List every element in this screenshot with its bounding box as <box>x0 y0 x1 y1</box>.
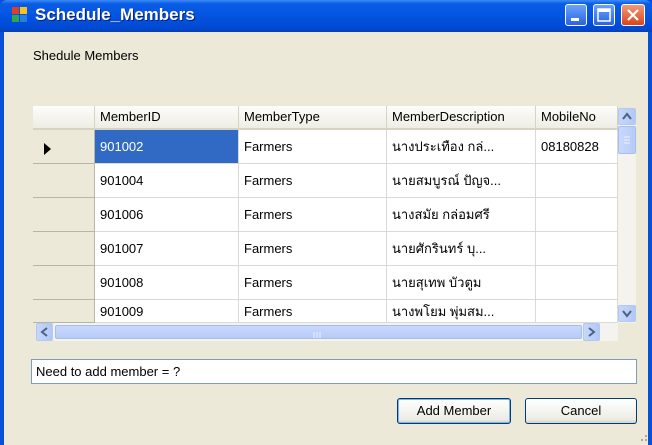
grid-corner-header[interactable] <box>33 106 95 130</box>
row-indicator-icon <box>44 143 51 155</box>
cell-memberdescription[interactable]: นางประเทือง กล่... <box>387 130 536 164</box>
scroll-down-button[interactable] <box>618 305 636 322</box>
maximize-icon <box>597 8 611 22</box>
column-header-mobileno[interactable]: MobileNo <box>536 106 618 130</box>
cell-membertype[interactable]: Farmers <box>239 300 387 323</box>
cell-membertype[interactable]: Farmers <box>239 232 387 266</box>
status-textbox[interactable]: Need to add member = ? <box>31 359 637 384</box>
add-member-button[interactable]: Add Member <box>397 398 511 424</box>
cell-memberdescription[interactable]: นายสุเทพ บัวตูม <box>387 266 536 300</box>
resize-grip-icon[interactable] <box>636 430 648 442</box>
cell-membertype[interactable]: Farmers <box>239 164 387 198</box>
app-window-icon <box>12 7 28 23</box>
maximize-button[interactable] <box>593 4 615 26</box>
cell-mobileno[interactable] <box>536 232 618 266</box>
chevron-left-icon <box>40 327 48 337</box>
cell-memberid[interactable]: 901002 <box>95 130 239 164</box>
row-header[interactable] <box>33 266 95 300</box>
scroll-up-button[interactable] <box>618 108 636 125</box>
vertical-scroll-thumb[interactable] <box>618 126 636 154</box>
row-header[interactable] <box>33 198 95 232</box>
row-header[interactable] <box>33 232 95 266</box>
chevron-down-icon <box>622 310 632 318</box>
cell-memberid[interactable]: 901007 <box>95 232 239 266</box>
scroll-left-button[interactable] <box>36 323 53 341</box>
title-bar[interactable]: Schedule_Members <box>0 0 652 32</box>
column-header-memberdescription[interactable]: MemberDescription <box>387 106 536 130</box>
horizontal-scroll-thumb[interactable] <box>55 325 582 339</box>
window-title: Schedule_Members <box>35 5 195 24</box>
cell-mobileno[interactable]: 08180828 <box>536 130 618 164</box>
scroll-right-button[interactable] <box>583 323 600 341</box>
column-header-membertype[interactable]: MemberType <box>239 106 387 130</box>
cell-mobileno[interactable] <box>536 198 618 232</box>
cell-mobileno[interactable] <box>536 164 618 198</box>
cell-memberid[interactable]: 901009 <box>95 300 239 323</box>
close-icon <box>627 9 639 21</box>
minimize-button[interactable] <box>565 4 587 26</box>
cell-membertype[interactable]: Farmers <box>239 130 387 164</box>
cell-memberid[interactable]: 901006 <box>95 198 239 232</box>
chevron-right-icon <box>588 327 596 337</box>
cell-memberdescription[interactable]: นายศักรินทร์ บุ... <box>387 232 536 266</box>
cell-memberid[interactable]: 901008 <box>95 266 239 300</box>
cell-mobileno[interactable] <box>536 266 618 300</box>
cell-membertype[interactable]: Farmers <box>239 266 387 300</box>
cell-memberdescription[interactable]: นายสมบูรณ์ ปัญจ... <box>387 164 536 198</box>
grip-icon <box>313 332 321 338</box>
row-header[interactable] <box>33 130 95 164</box>
cancel-button[interactable]: Cancel <box>525 398 637 424</box>
cell-mobileno[interactable] <box>536 300 618 323</box>
cell-memberdescription[interactable]: นางสมัย กล่อมศรี <box>387 198 536 232</box>
chevron-up-icon <box>622 112 632 120</box>
row-header[interactable] <box>33 164 95 198</box>
minimize-icon <box>571 18 579 21</box>
grip-icon <box>624 136 630 144</box>
section-label: Shedule Members <box>33 48 139 63</box>
cell-memberid[interactable]: 901004 <box>95 164 239 198</box>
row-header[interactable] <box>33 300 95 323</box>
scrollbar-corner <box>618 323 636 341</box>
cell-memberdescription[interactable]: นางพโยม พุ่มสม... <box>387 300 536 323</box>
cell-membertype[interactable]: Farmers <box>239 198 387 232</box>
schedule-members-window: Schedule_Members Shedule Members MemberI… <box>0 0 652 445</box>
close-button[interactable] <box>621 4 645 26</box>
column-header-memberid[interactable]: MemberID <box>95 106 239 130</box>
